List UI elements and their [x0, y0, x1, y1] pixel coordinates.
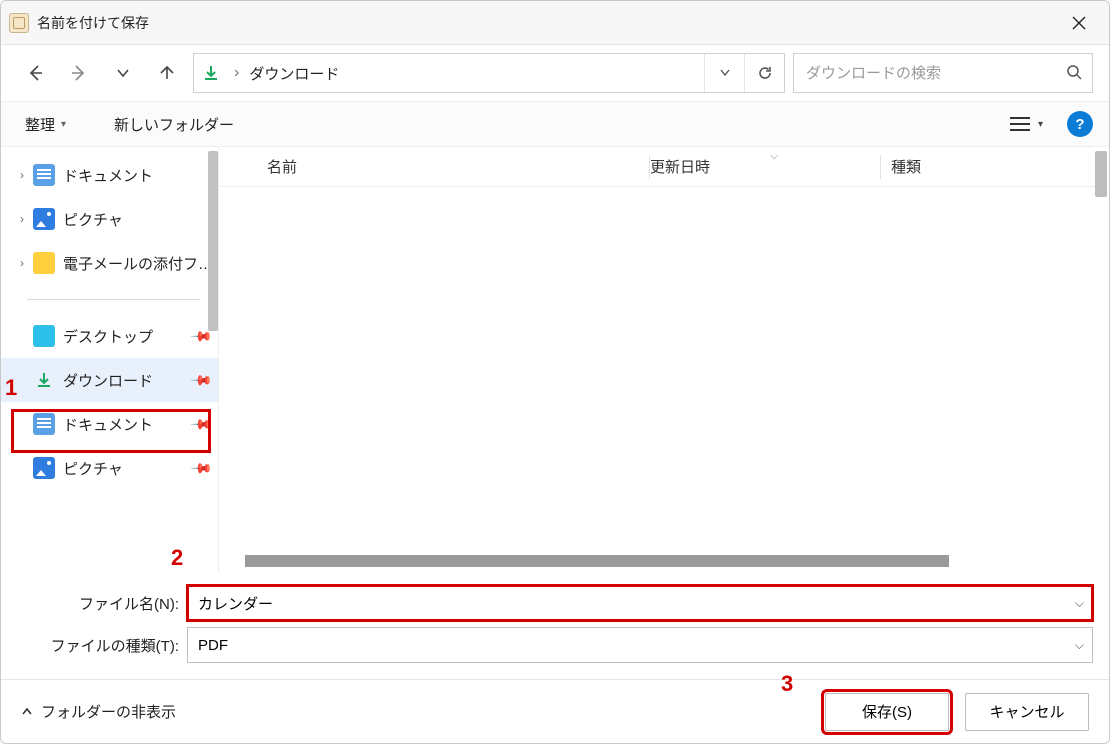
- dialog-body: › ドキュメント › ピクチャ › 電子メールの添付ファイル デスクトップ 📌: [1, 147, 1109, 573]
- refresh-icon: [757, 65, 773, 81]
- hide-folders-toggle[interactable]: フォルダーの非表示: [21, 701, 176, 722]
- tree-label: デスクトップ: [63, 326, 193, 347]
- sort-indicator-icon: ⌵: [770, 150, 778, 163]
- column-name[interactable]: 名前: [219, 156, 649, 177]
- close-icon: [1072, 16, 1086, 30]
- window-title: 名前を付けて保存: [37, 13, 149, 33]
- hide-folders-label: フォルダーの非表示: [41, 701, 176, 722]
- file-list-pane: 名前 更新日時 ⌵ 種類: [219, 147, 1109, 573]
- filename-value: カレンダー: [198, 593, 273, 614]
- organize-label: 整理: [25, 114, 55, 135]
- chevron-right-icon[interactable]: ›: [11, 256, 33, 270]
- arrow-up-icon: [158, 64, 176, 82]
- search-box[interactable]: [793, 53, 1093, 93]
- tree-divider: [27, 299, 200, 300]
- history-dropdown[interactable]: [704, 54, 744, 92]
- filetype-label: ファイルの種類(T):: [17, 635, 187, 656]
- refresh-button[interactable]: [744, 54, 784, 92]
- app-icon: [9, 13, 29, 33]
- filetype-value: PDF: [198, 637, 228, 654]
- picture-icon: [33, 457, 55, 479]
- sidebar-scrollbar[interactable]: [208, 151, 218, 331]
- file-fields: ファイル名(N): カレンダー ⌵ ファイルの種類(T): PDF ⌵: [1, 573, 1109, 679]
- recent-button[interactable]: [105, 55, 141, 91]
- organize-button[interactable]: 整理 ▾: [17, 108, 74, 141]
- tree-item-documents-pinned[interactable]: ドキュメント 📌: [1, 402, 218, 446]
- chevron-up-icon: [21, 706, 33, 718]
- tree-item-pictures-pinned[interactable]: ピクチャ 📌: [1, 446, 218, 490]
- tree-label: ダウンロード: [63, 370, 193, 391]
- filename-label: ファイル名(N):: [17, 593, 187, 614]
- tree-label: 電子メールの添付ファイル: [63, 253, 218, 274]
- titlebar: 名前を付けて保存: [1, 1, 1109, 45]
- tree-item-documents[interactable]: › ドキュメント: [1, 153, 218, 197]
- help-button[interactable]: ?: [1067, 111, 1093, 137]
- vertical-scrollbar[interactable]: [1095, 151, 1107, 197]
- document-icon: [33, 413, 55, 435]
- breadcrumb-separator: ›: [234, 64, 239, 82]
- arrow-left-icon: [26, 64, 44, 82]
- tree-item-pictures[interactable]: › ピクチャ: [1, 197, 218, 241]
- column-date[interactable]: 更新日時 ⌵: [650, 156, 880, 177]
- search-input[interactable]: [804, 64, 1066, 83]
- close-button[interactable]: [1057, 1, 1101, 45]
- tree-item-email-attachments[interactable]: › 電子メールの添付ファイル: [1, 241, 218, 285]
- column-headers: 名前 更新日時 ⌵ 種類: [219, 147, 1109, 187]
- chevron-down-icon: [116, 66, 130, 80]
- tree-item-desktop[interactable]: デスクトップ 📌: [1, 314, 218, 358]
- nav-tree: › ドキュメント › ピクチャ › 電子メールの添付ファイル デスクトップ 📌: [1, 147, 219, 573]
- tree-label: ドキュメント: [63, 165, 218, 186]
- tree-item-downloads[interactable]: ダウンロード 📌: [1, 358, 218, 402]
- breadcrumb-current[interactable]: ダウンロード: [245, 63, 343, 84]
- download-icon: [33, 369, 55, 391]
- chevron-down-icon[interactable]: ⌵: [1075, 638, 1084, 653]
- view-options-button[interactable]: ▾: [1004, 110, 1049, 138]
- up-button[interactable]: [149, 55, 185, 91]
- command-bar: 整理 ▾ 新しいフォルダー ▾ ?: [1, 101, 1109, 147]
- save-button[interactable]: 保存(S): [825, 693, 949, 731]
- chevron-right-icon[interactable]: ›: [11, 212, 33, 226]
- caret-down-icon: ▾: [61, 119, 66, 130]
- address-bar[interactable]: › ダウンロード: [193, 53, 785, 93]
- picture-icon: [33, 208, 55, 230]
- dialog-footer: フォルダーの非表示 保存(S) キャンセル: [1, 679, 1109, 743]
- download-icon: [194, 65, 228, 81]
- file-list[interactable]: [219, 187, 1109, 573]
- pin-icon: 📌: [189, 456, 213, 480]
- filetype-select[interactable]: PDF ⌵: [187, 627, 1093, 663]
- caret-down-icon: ▾: [1038, 119, 1043, 130]
- new-folder-button[interactable]: 新しいフォルダー: [106, 108, 242, 141]
- save-as-dialog: 名前を付けて保存 › ダウンロード: [0, 0, 1110, 744]
- pin-icon: 📌: [189, 412, 213, 436]
- horizontal-scrollbar[interactable]: [245, 555, 949, 567]
- back-button[interactable]: [17, 55, 53, 91]
- new-folder-label: 新しいフォルダー: [114, 114, 234, 135]
- tree-label: ピクチャ: [63, 209, 218, 230]
- cancel-button[interactable]: キャンセル: [965, 693, 1089, 731]
- desktop-icon: [33, 325, 55, 347]
- tree-label: ピクチャ: [63, 458, 193, 479]
- document-icon: [33, 164, 55, 186]
- tree-label: ドキュメント: [63, 414, 193, 435]
- chevron-down-icon[interactable]: ⌵: [1075, 596, 1084, 611]
- forward-button[interactable]: [61, 55, 97, 91]
- chevron-right-icon[interactable]: ›: [11, 168, 33, 182]
- filename-input[interactable]: カレンダー ⌵: [187, 585, 1093, 621]
- nav-row: › ダウンロード: [1, 45, 1109, 101]
- search-icon[interactable]: [1066, 64, 1082, 83]
- pin-icon: 📌: [189, 368, 213, 392]
- chevron-down-icon: [719, 67, 731, 79]
- list-view-icon: [1010, 116, 1030, 132]
- column-type[interactable]: 種類: [881, 156, 1109, 177]
- folder-icon: [33, 252, 55, 274]
- arrow-right-icon: [70, 64, 88, 82]
